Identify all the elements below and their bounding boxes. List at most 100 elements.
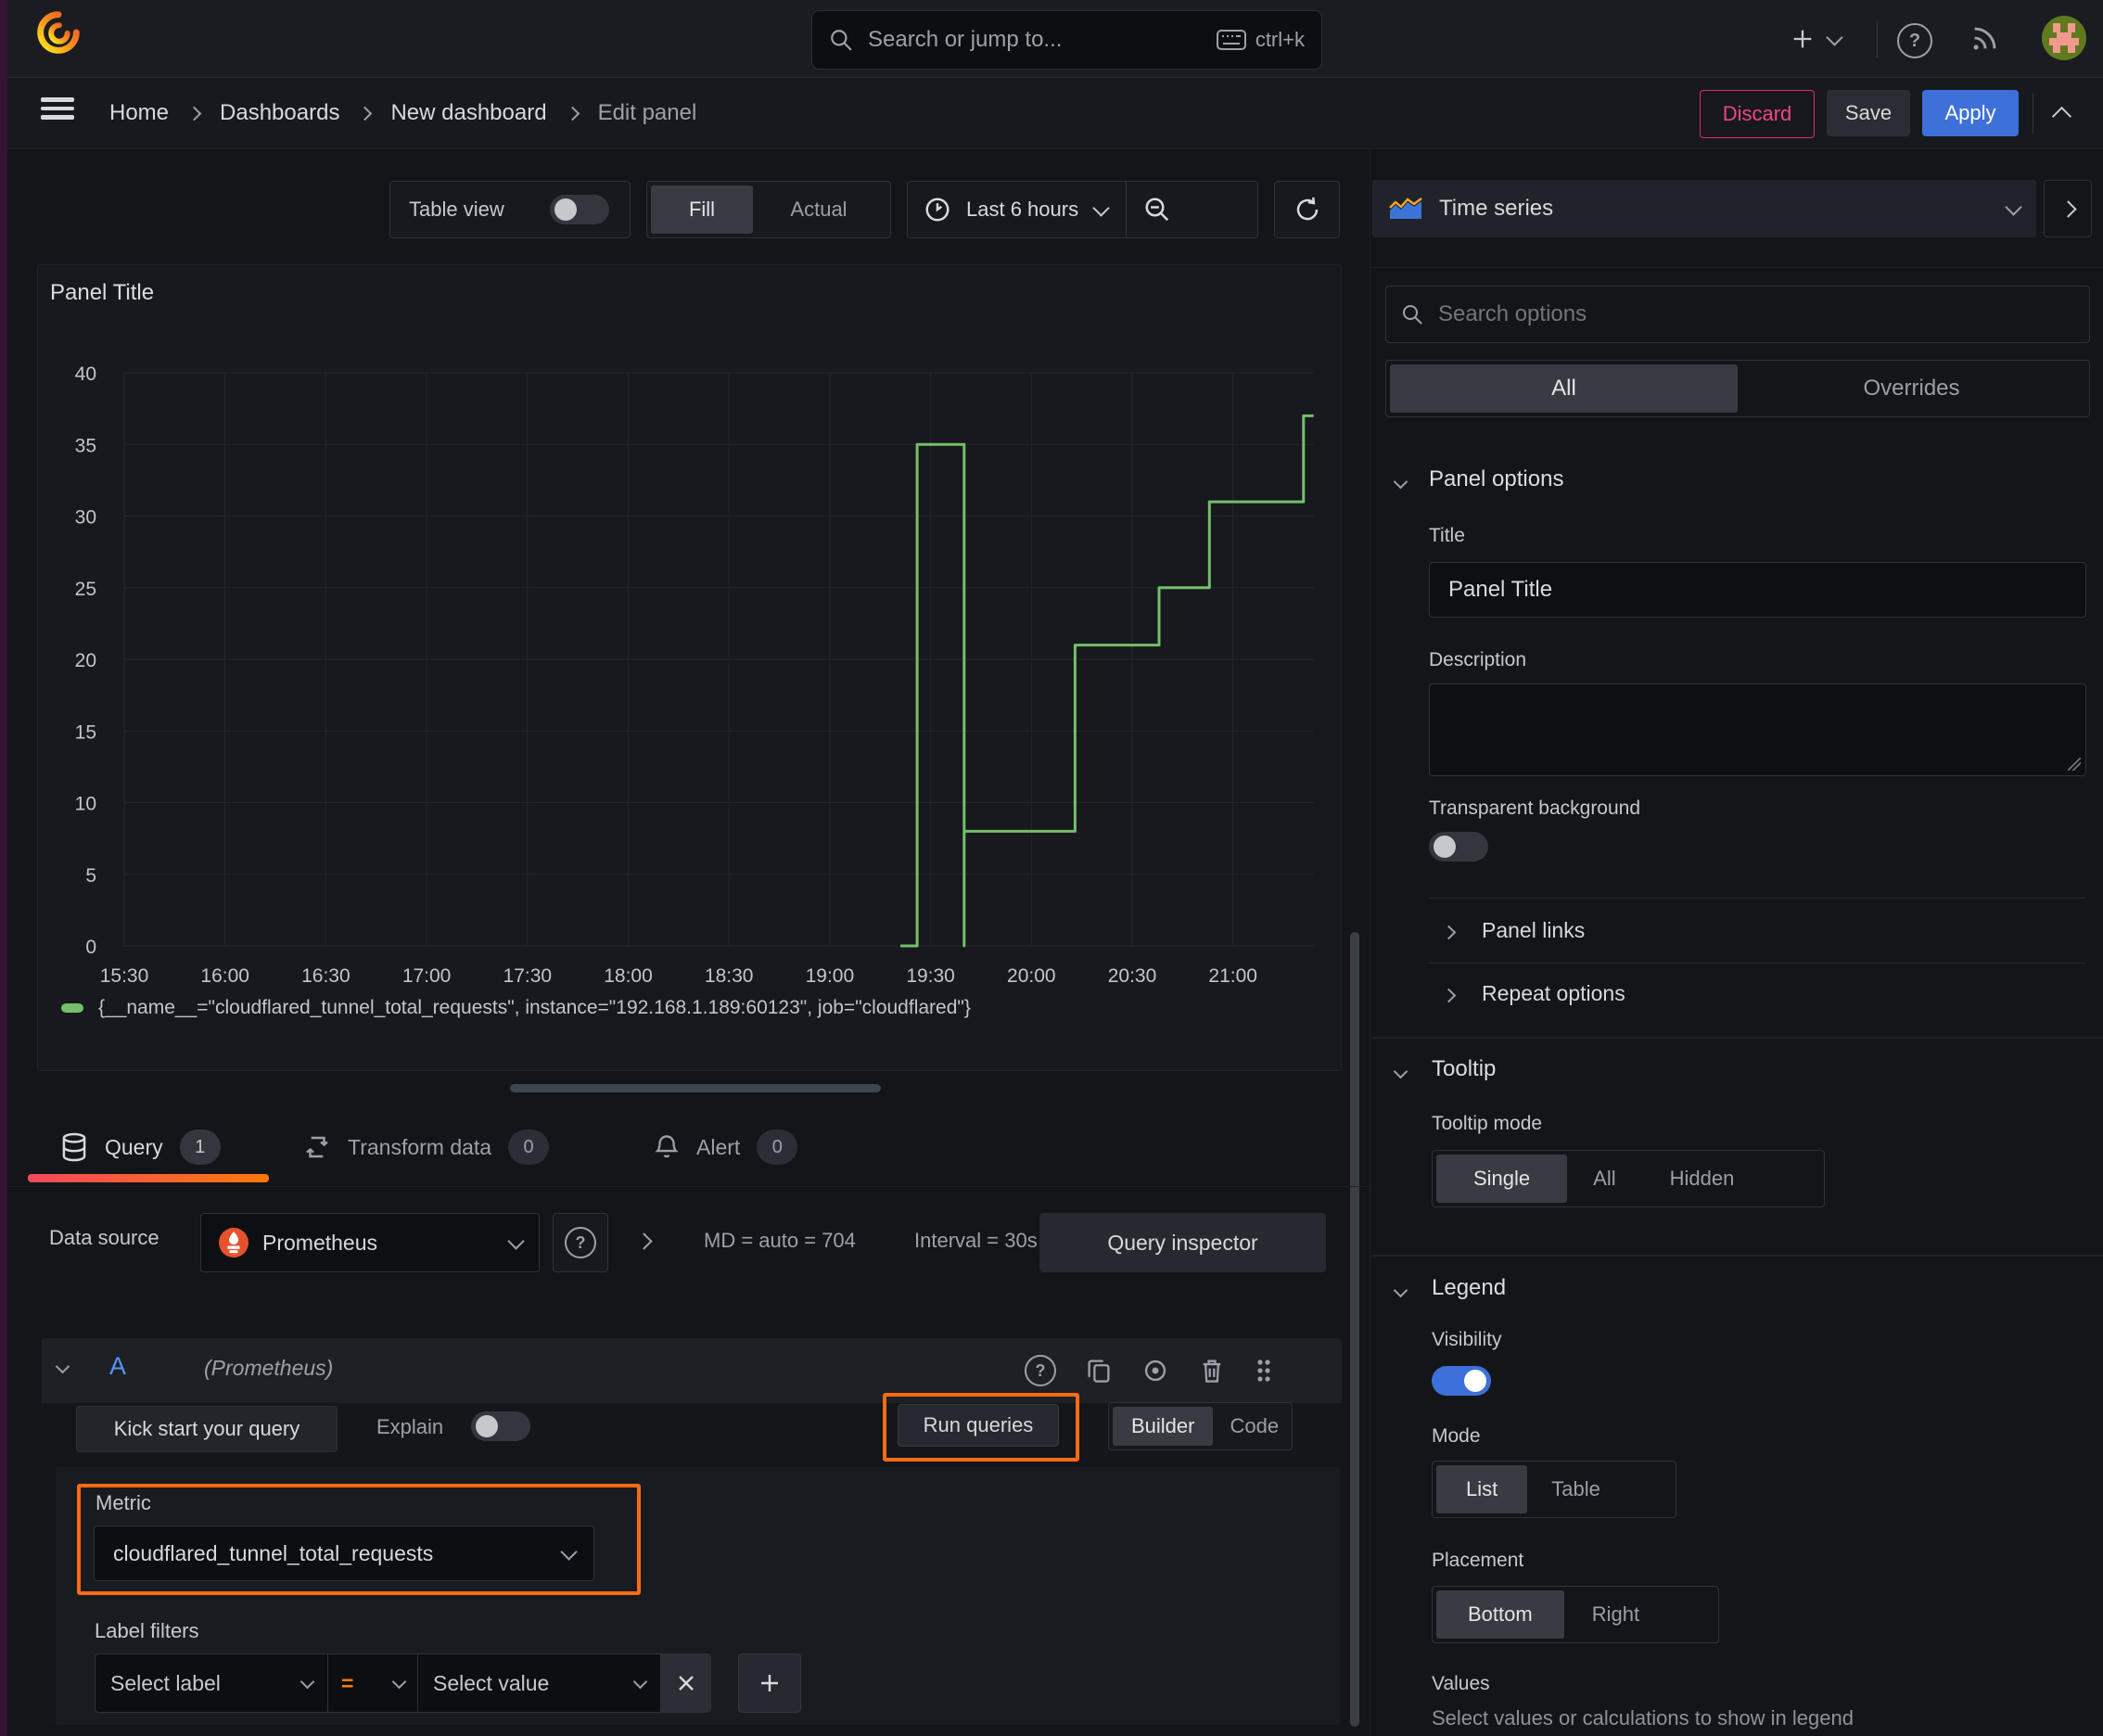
select-label-dropdown[interactable]: Select label	[95, 1653, 328, 1713]
tooltip-mode-single[interactable]: Single	[1436, 1155, 1568, 1203]
category-divider	[1372, 1037, 2103, 1039]
description-textarea[interactable]	[1429, 683, 2086, 776]
tooltip-mode-hidden[interactable]: Hidden	[1642, 1155, 1763, 1203]
news-icon[interactable]	[1969, 22, 2001, 54]
placement-right[interactable]: Right	[1564, 1590, 1667, 1639]
builder-option[interactable]: Builder	[1113, 1407, 1214, 1446]
legend-mode-table[interactable]: Table	[1527, 1465, 1625, 1513]
tab-all[interactable]: All	[1390, 364, 1738, 413]
transparent-bg-toggle[interactable]	[1429, 832, 1488, 862]
chart-legend[interactable]: {__name__="cloudflared_tunnel_total_requ…	[61, 994, 971, 1022]
tooltip-mode-switch: Single All Hidden	[1432, 1150, 1825, 1207]
tooltip-heading[interactable]: Tooltip	[1432, 1056, 1496, 1082]
pane-resize-handle[interactable]	[510, 1084, 881, 1092]
copy-icon[interactable]	[1086, 1357, 1112, 1385]
svg-text:15: 15	[75, 721, 96, 743]
query-ref-id[interactable]: A	[109, 1352, 126, 1381]
fill-option[interactable]: Fill	[651, 185, 753, 234]
active-tab-underline	[28, 1174, 269, 1182]
search-options-input[interactable]	[1436, 300, 2074, 328]
svg-text:25: 25	[75, 579, 96, 600]
apply-button[interactable]: Apply	[1922, 90, 2019, 136]
collapse-section-icon[interactable]	[1393, 1064, 1408, 1079]
eye-icon[interactable]	[1141, 1358, 1169, 1384]
help-icon[interactable]	[1025, 1355, 1056, 1386]
panel-links-section[interactable]: Panel links	[1482, 918, 1585, 943]
svg-text:35: 35	[75, 435, 96, 456]
refresh-button[interactable]	[1274, 181, 1340, 238]
collapse-section-icon[interactable]	[1393, 474, 1408, 490]
zoom-out-icon[interactable]	[1143, 196, 1171, 223]
trash-icon[interactable]	[1199, 1357, 1225, 1385]
scrollbar[interactable]	[1350, 932, 1359, 1727]
series-label[interactable]: {__name__="cloudflared_tunnel_total_requ…	[98, 997, 971, 1019]
tab-query-badge: 1	[179, 1130, 221, 1165]
select-label-placeholder: Select label	[110, 1670, 221, 1695]
global-search[interactable]: Search or jump to... ctrl+k	[811, 10, 1322, 70]
actual-option[interactable]: Actual	[753, 185, 885, 234]
collapse-options-button[interactable]	[2044, 180, 2092, 237]
options-divider-top	[1372, 267, 2103, 268]
help-icon[interactable]	[1897, 23, 1932, 58]
breadcrumb-new-dashboard[interactable]: New dashboard	[390, 100, 546, 126]
viz-picker[interactable]: Time series	[1372, 180, 2036, 237]
legend-heading[interactable]: Legend	[1432, 1275, 1506, 1301]
menu-icon[interactable]	[41, 93, 74, 124]
visibility-toggle[interactable]	[1432, 1366, 1491, 1396]
explain-label: Explain	[376, 1415, 444, 1438]
svg-text:21:00: 21:00	[1208, 965, 1257, 987]
expand-stats-icon[interactable]	[635, 1232, 653, 1250]
panel-options-heading[interactable]: Panel options	[1429, 466, 1563, 492]
window-edge	[0, 0, 7, 1736]
save-button[interactable]: Save	[1827, 90, 1910, 136]
svg-text:18:30: 18:30	[705, 965, 754, 987]
metric-label: Metric	[96, 1491, 151, 1514]
metric-select[interactable]: cloudflared_tunnel_total_requests	[94, 1525, 594, 1581]
add-menu-button[interactable]	[1790, 20, 1843, 57]
tab-alert-badge: 0	[757, 1130, 798, 1165]
section-divider	[1429, 898, 2086, 899]
kick-start-button[interactable]: Kick start your query	[76, 1406, 338, 1452]
timeseries-chart[interactable]: 0 5 10 15 20 25 30 35 40 15:30 16:00 16:30 17:00 17:3…	[37, 264, 1342, 997]
svg-text:20:30: 20:30	[1108, 965, 1157, 987]
datasource-label: Data source	[49, 1226, 159, 1249]
breadcrumb-home[interactable]: Home	[109, 100, 169, 126]
datasource-picker[interactable]: Prometheus	[200, 1213, 540, 1272]
values-help-text: Select values or calculations to show in…	[1432, 1706, 1854, 1730]
datasource-help-button[interactable]	[553, 1213, 608, 1272]
legend-mode-list[interactable]: List	[1436, 1465, 1528, 1513]
tab-alert[interactable]: Alert 0	[654, 1124, 798, 1170]
topbar-divider	[1877, 20, 1878, 57]
placement-bottom[interactable]: Bottom	[1436, 1590, 1564, 1639]
avatar[interactable]	[2042, 16, 2086, 60]
add-filter-button[interactable]	[738, 1653, 801, 1713]
remove-filter-button[interactable]	[661, 1653, 711, 1713]
svg-text:17:00: 17:00	[402, 965, 452, 987]
svg-text:30: 30	[75, 507, 96, 529]
panel-title-input[interactable]	[1429, 562, 2086, 618]
discard-button[interactable]: Discard	[1700, 90, 1815, 138]
breadcrumb-dashboards[interactable]: Dashboards	[220, 100, 339, 126]
code-option[interactable]: Code	[1213, 1407, 1295, 1446]
chevron-down-icon	[1092, 198, 1110, 217]
table-view-toggle[interactable]	[550, 195, 609, 224]
query-inspector-button[interactable]: Query inspector	[1039, 1213, 1326, 1272]
tab-query[interactable]: Query 1	[60, 1124, 221, 1170]
tooltip-mode-all[interactable]: All	[1567, 1155, 1641, 1203]
run-queries-button[interactable]: Run queries	[898, 1404, 1059, 1447]
repeat-options-section[interactable]: Repeat options	[1482, 981, 1625, 1006]
tab-overrides[interactable]: Overrides	[1738, 364, 2085, 413]
grafana-logo-icon[interactable]	[37, 11, 80, 54]
time-range-picker[interactable]: Last 6 hours	[966, 198, 1078, 222]
tab-transform[interactable]: Transform data 0	[303, 1124, 550, 1170]
operator-dropdown[interactable]: =	[328, 1653, 418, 1713]
query-row-actions	[1025, 1350, 1273, 1391]
database-icon	[60, 1132, 88, 1162]
explain-toggle[interactable]	[471, 1411, 530, 1441]
collapse-section-icon[interactable]	[1393, 1283, 1408, 1298]
operator-value: =	[341, 1670, 354, 1695]
select-value-dropdown[interactable]: Select value	[418, 1653, 661, 1713]
drag-handle-icon[interactable]	[1255, 1357, 1273, 1385]
search-options-box[interactable]	[1385, 286, 2090, 343]
tab-transform-label: Transform data	[348, 1134, 492, 1159]
